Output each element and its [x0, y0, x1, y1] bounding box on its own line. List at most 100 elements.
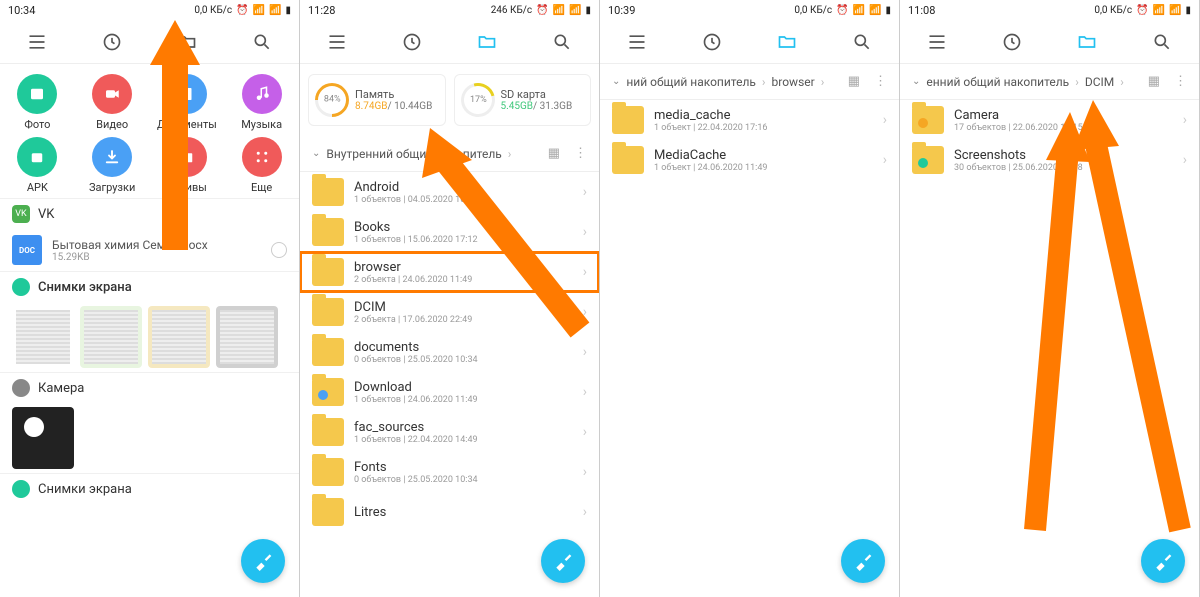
- search-icon[interactable]: [1152, 32, 1172, 52]
- menu-icon[interactable]: [627, 32, 647, 52]
- storage-internal[interactable]: 84% Память 8.74GB/ 10.44GB: [308, 74, 446, 126]
- dot-icon: [12, 480, 30, 498]
- storage-used: 8.74GB: [355, 101, 388, 112]
- view-grid-icon[interactable]: ▦: [1148, 74, 1160, 89]
- folder-row[interactable]: fac_sources 1 объектов | 22.04.2020 14:4…: [300, 412, 599, 452]
- chevron-down-icon: ⌄: [612, 76, 620, 87]
- folder-row[interactable]: MediaCache 1 объект | 24.06.2020 11:49 ›: [600, 140, 899, 180]
- toolbar: [600, 20, 899, 64]
- thumb[interactable]: [12, 306, 74, 368]
- folder-row[interactable]: Camera 17 объектов | 22.06.2020 19:15 ›: [900, 100, 1199, 140]
- folder-tab-icon[interactable]: [177, 32, 197, 52]
- cat-apk[interactable]: APK: [0, 137, 75, 194]
- storage-title: Память: [355, 88, 432, 101]
- menu-icon[interactable]: [27, 32, 47, 52]
- chevron-down-icon: ⌄: [912, 76, 920, 87]
- fab-clean[interactable]: [841, 539, 885, 583]
- thumb[interactable]: [148, 306, 210, 368]
- folder-row[interactable]: documents 0 объектов | 25.05.2020 10:34 …: [300, 332, 599, 372]
- search-icon[interactable]: [552, 32, 572, 52]
- chevron-right-icon: ›: [883, 152, 887, 168]
- cat-label: Видео: [96, 118, 128, 131]
- search-icon[interactable]: [852, 32, 872, 52]
- pane-dcim: 11:08 0,0 КБ/с ⏰ 📶 📶 ▮ ⌄ енний общий нак…: [900, 0, 1200, 597]
- folder-meta: 0 объектов | 25.05.2020 10:34: [354, 475, 478, 485]
- chevron-right-icon: ›: [1183, 152, 1187, 168]
- more-icon[interactable]: ⋮: [874, 74, 887, 89]
- chevron-right-icon: ›: [1075, 75, 1079, 89]
- breadcrumb-current: browser: [772, 75, 815, 89]
- chevron-right-icon: ›: [508, 147, 512, 161]
- folder-row[interactable]: Screenshots 30 объектов | 25.06.2020 10:…: [900, 140, 1199, 180]
- folder-row[interactable]: Books 1 объектов | 15.06.2020 17:12 ›: [300, 212, 599, 252]
- section-screenshots2[interactable]: Снимки экрана: [0, 473, 299, 504]
- storage-total: 31.3GB: [540, 101, 573, 112]
- thumb[interactable]: [216, 306, 278, 368]
- thumb[interactable]: [80, 306, 142, 368]
- folder-meta: 17 объектов | 22.06.2020 19:15: [954, 123, 1083, 133]
- breadcrumb[interactable]: ⌄ енний общий накопитель › DCIM › ▦ ⋮: [900, 64, 1199, 100]
- folder-row[interactable]: browser 2 объекта | 24.06.2020 11:49 ›: [300, 252, 599, 292]
- folder-tab-icon[interactable]: [777, 32, 797, 52]
- file-row[interactable]: DOC Бытовая химия Семья.docx 15.29KB: [0, 229, 299, 271]
- select-circle[interactable]: [271, 242, 287, 258]
- ring-icon: 84%: [308, 76, 356, 124]
- chevron-right-icon: ›: [583, 224, 587, 240]
- view-grid-icon[interactable]: ▦: [848, 74, 860, 89]
- fab-clean[interactable]: [541, 539, 585, 583]
- recent-icon[interactable]: [702, 32, 722, 52]
- folder-row[interactable]: Fonts 0 объектов | 25.05.2020 10:34 ›: [300, 452, 599, 492]
- cat-docs[interactable]: Документы: [150, 74, 225, 131]
- cat-label: APK: [27, 181, 48, 194]
- section-camera[interactable]: Камера: [0, 372, 299, 403]
- folder-tab-icon[interactable]: [1077, 32, 1097, 52]
- more-icon[interactable]: ⋮: [1174, 74, 1187, 89]
- folder-row[interactable]: DCIM 2 объекта | 17.06.2020 22:49 ›: [300, 292, 599, 332]
- chevron-down-icon: ⌄: [312, 148, 320, 159]
- chevron-right-icon: ›: [1120, 75, 1124, 89]
- storage-total: 10.44GB: [394, 101, 432, 112]
- section-vk[interactable]: VK VK: [0, 198, 299, 229]
- folder-icon: [312, 418, 344, 446]
- camera-thumb[interactable]: [12, 407, 74, 469]
- breadcrumb-segment: ний общий накопитель: [626, 75, 756, 89]
- cat-downloads[interactable]: Загрузки: [75, 137, 150, 194]
- folder-meta: 30 объектов | 25.06.2020 10:38: [954, 163, 1083, 173]
- cat-label: Архивы: [167, 181, 207, 194]
- recent-icon[interactable]: [1002, 32, 1022, 52]
- cat-video[interactable]: Видео: [75, 74, 150, 131]
- cat-more[interactable]: Еще: [224, 137, 299, 194]
- menu-icon[interactable]: [927, 32, 947, 52]
- more-icon[interactable]: ⋮: [574, 146, 587, 161]
- folder-row[interactable]: Litres ›: [300, 492, 599, 532]
- breadcrumb-current: DCIM: [1085, 75, 1114, 89]
- folder-row[interactable]: media_cache 1 объект | 22.04.2020 17:16 …: [600, 100, 899, 140]
- folder-name: media_cache: [654, 108, 767, 123]
- status-bar: 10:34 0,0 КБ/с ⏰ 📶 📶 ▮: [0, 0, 299, 20]
- recent-icon[interactable]: [102, 32, 122, 52]
- folder-tab-icon[interactable]: [477, 32, 497, 52]
- net-speed: 0,0 КБ/с: [794, 5, 832, 16]
- view-grid-icon[interactable]: ▦: [548, 146, 560, 161]
- battery-icon: ▮: [1185, 5, 1191, 16]
- folder-name: Litres: [354, 505, 386, 520]
- cat-archives[interactable]: Архивы: [150, 137, 225, 194]
- menu-icon[interactable]: [327, 32, 347, 52]
- net-speed: 0,0 КБ/с: [1094, 5, 1132, 16]
- category-grid: Фото Видео Документы Музыка APK Загрузки…: [0, 64, 299, 198]
- section-screenshots[interactable]: Снимки экрана: [0, 271, 299, 302]
- folder-list: media_cache 1 объект | 22.04.2020 17:16 …: [600, 100, 899, 180]
- fab-clean[interactable]: [241, 539, 285, 583]
- breadcrumb[interactable]: ⌄ Внутренний общий накопитель › ▦ ⋮: [300, 136, 599, 172]
- storage-sd[interactable]: 17% SD карта 5.45GB/ 31.3GB: [454, 74, 592, 126]
- folder-row[interactable]: Android 1 объектов | 04.05.2020 10:07 ›: [300, 172, 599, 212]
- cat-music[interactable]: Музыка: [224, 74, 299, 131]
- folder-row[interactable]: Download 1 объектов | 24.06.2020 11:49 ›: [300, 372, 599, 412]
- fab-clean[interactable]: [1141, 539, 1185, 583]
- search-icon[interactable]: [252, 32, 272, 52]
- chevron-right-icon: ›: [821, 75, 825, 89]
- recent-icon[interactable]: [402, 32, 422, 52]
- folder-meta: 1 объектов | 15.06.2020 17:12: [354, 235, 478, 245]
- cat-photo[interactable]: Фото: [0, 74, 75, 131]
- breadcrumb[interactable]: ⌄ ний общий накопитель › browser › ▦ ⋮: [600, 64, 899, 100]
